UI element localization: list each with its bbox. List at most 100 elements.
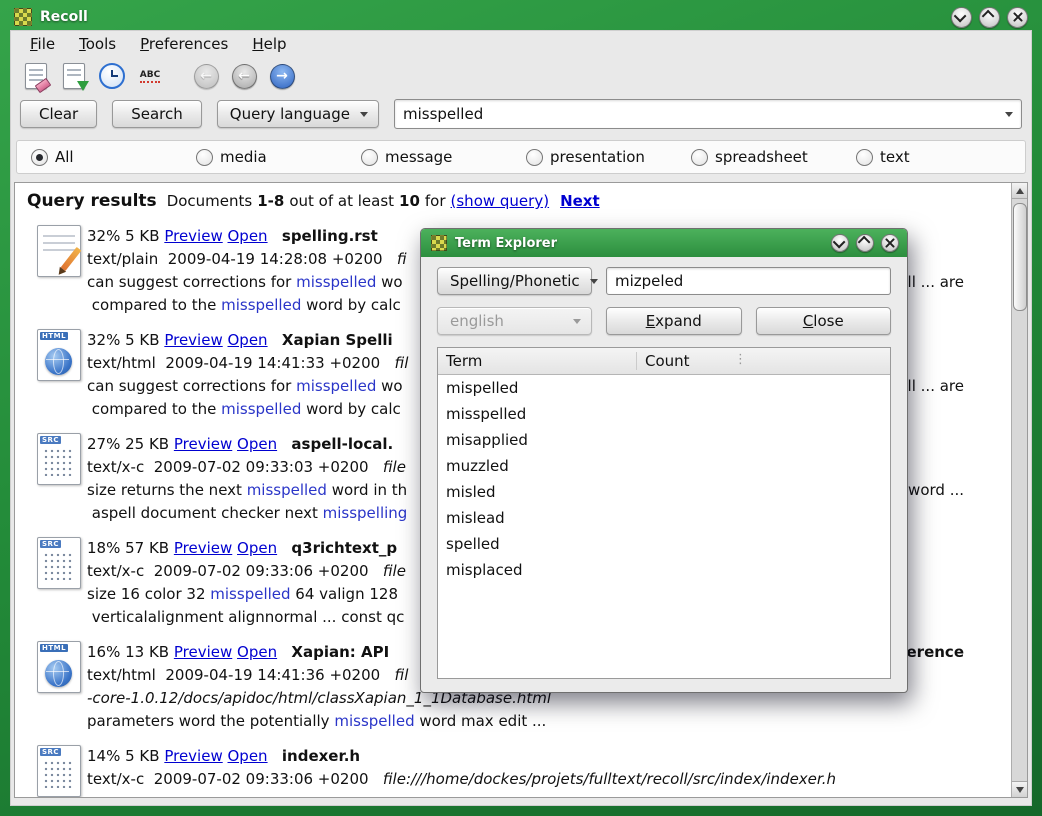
dialog-title: Term Explorer <box>455 236 557 251</box>
filter-media[interactable]: media <box>196 148 361 166</box>
expand-button[interactable]: Expand <box>606 307 742 335</box>
line-left: parameters word the potentially misspell… <box>87 712 546 730</box>
text-segment: size returns the next <box>87 481 247 499</box>
term-row[interactable]: misplaced <box>438 557 890 583</box>
prev-page-icon[interactable]: ← <box>230 62 258 90</box>
dialog-close-button[interactable] <box>881 234 899 252</box>
clock-history-icon[interactable] <box>98 62 126 90</box>
arrow-up-icon <box>1016 188 1024 194</box>
search-button[interactable]: Search <box>112 100 202 128</box>
scroll-down-button[interactable] <box>1012 781 1027 797</box>
term-table-header: Term Count ⋮ <box>438 348 890 375</box>
filter-presentation[interactable]: presentation <box>526 148 691 166</box>
close-button[interactable] <box>1007 7 1028 28</box>
filter-spreadsheet[interactable]: spreadsheet <box>691 148 856 166</box>
preview-link[interactable]: Preview <box>164 227 222 245</box>
dialog-titlebar[interactable]: Term Explorer <box>421 229 907 257</box>
term-row[interactable]: mispelled <box>438 375 890 401</box>
language-select: english <box>437 307 592 335</box>
maximize-button[interactable] <box>979 7 1000 28</box>
preview-link[interactable]: Preview <box>174 643 232 661</box>
filter-text[interactable]: text <box>856 148 1021 166</box>
term-mode-select[interactable]: Spelling/Phonetic <box>437 267 592 295</box>
text-segment: text/x-c 2009-07-02 09:33:03 +0200 <box>87 458 383 476</box>
open-link[interactable]: Open <box>228 227 268 245</box>
next-page-icon[interactable]: → <box>268 62 296 90</box>
result-title: aspell-local. <box>291 435 393 453</box>
term-row[interactable]: misapplied <box>438 427 890 453</box>
menu-file[interactable]: File <box>20 32 65 56</box>
dialog-close-action-button[interactable]: Close <box>756 307 892 335</box>
text-segment: 64 valign 128 <box>291 585 398 603</box>
count-cell <box>637 557 890 583</box>
open-link[interactable]: Open <box>237 539 277 557</box>
spellcheck-icon[interactable]: ABC <box>136 62 164 90</box>
text-segment: verticalalignment alignnormal ... const … <box>87 608 404 626</box>
text-segment: aspell document checker next <box>87 504 323 522</box>
term-cell: misapplied <box>438 427 637 453</box>
menu-tools[interactable]: Tools <box>69 32 126 56</box>
text-segment: text/html 2009-04-19 14:41:36 +0200 <box>87 666 395 684</box>
next-link[interactable]: Next <box>560 192 600 210</box>
show-query-link[interactable]: (show query) <box>451 192 550 210</box>
query-mode-select[interactable]: Query language <box>217 100 379 128</box>
doc-icon-source: SRC <box>37 745 81 797</box>
term-row[interactable]: misspelled <box>438 401 890 427</box>
term-cell: spelled <box>438 531 637 557</box>
text-segment: misspelled <box>221 400 301 418</box>
language-value: english <box>450 312 504 330</box>
text-segment: word in th <box>327 481 407 499</box>
text-segment: 16% 13 KB <box>87 643 174 661</box>
text-segment: misspelled <box>221 296 301 314</box>
term-row[interactable]: spelled <box>438 531 890 557</box>
minimize-button[interactable] <box>951 7 972 28</box>
text-segment: compared to the <box>87 400 221 418</box>
line-right: ell ... are <box>898 271 964 294</box>
clear-button[interactable]: Clear <box>20 100 97 128</box>
term-row[interactable]: misled <box>438 479 890 505</box>
open-link[interactable]: Open <box>237 643 277 661</box>
open-link[interactable]: Open <box>237 435 277 453</box>
text-segment: misspelled <box>334 712 414 730</box>
line-left: 27% 25 KB Preview Open aspell-local. <box>87 435 393 453</box>
term-row[interactable]: mislead <box>438 505 890 531</box>
filter-label: message <box>385 148 452 166</box>
term-search-input[interactable]: mizpeled <box>606 267 891 295</box>
result-line: parameters word the potentially misspell… <box>87 710 1002 733</box>
preview-link[interactable]: Preview <box>174 435 232 453</box>
clear-search-icon[interactable] <box>22 62 50 90</box>
recoll-app-icon <box>431 235 447 251</box>
filter-all[interactable]: All <box>31 148 196 166</box>
first-page-icon[interactable]: ← <box>192 62 220 90</box>
menu-help[interactable]: Help <box>242 32 296 56</box>
open-link[interactable]: Open <box>228 331 268 349</box>
scroll-up-button[interactable] <box>1012 183 1027 199</box>
dialog-body: Spelling/Phonetic mizpeled english Expan… <box>421 257 907 679</box>
window-titlebar[interactable]: Recoll <box>14 4 1028 30</box>
filter-message[interactable]: message <box>361 148 526 166</box>
scrollbar-thumb[interactable] <box>1013 203 1027 311</box>
text-segment: text/x-c 2009-07-02 09:33:06 +0200 <box>87 770 383 788</box>
result-line: text/x-c 2009-07-02 09:33:06 +0200 file:… <box>87 768 1002 791</box>
term-column-header[interactable]: Term <box>438 352 637 370</box>
preview-link[interactable]: Preview <box>164 331 222 349</box>
result-icon-cell: HTML <box>25 329 87 421</box>
count-column-header[interactable]: Count <box>637 352 890 370</box>
term-search-value: mizpeled <box>615 272 683 290</box>
line-left: size returns the next misspelled word in… <box>87 479 407 502</box>
open-link[interactable]: Open <box>228 747 268 765</box>
count-cell <box>637 479 890 505</box>
results-scrollbar[interactable] <box>1011 183 1027 797</box>
dialog-minimize-button[interactable] <box>831 234 849 252</box>
text-segment <box>277 539 291 557</box>
dialog-maximize-button[interactable] <box>856 234 874 252</box>
preview-link[interactable]: Preview <box>164 747 222 765</box>
doc-history-icon[interactable] <box>60 62 88 90</box>
query-input[interactable]: misspelled <box>394 99 1022 129</box>
term-row[interactable]: muzzled <box>438 453 890 479</box>
doc-icon-text <box>37 225 81 277</box>
preview-link[interactable]: Preview <box>174 539 232 557</box>
text-segment: file <box>383 458 406 476</box>
menu-preferences[interactable]: Preferences <box>130 32 238 56</box>
text-segment: text/html 2009-04-19 14:41:33 +0200 <box>87 354 395 372</box>
